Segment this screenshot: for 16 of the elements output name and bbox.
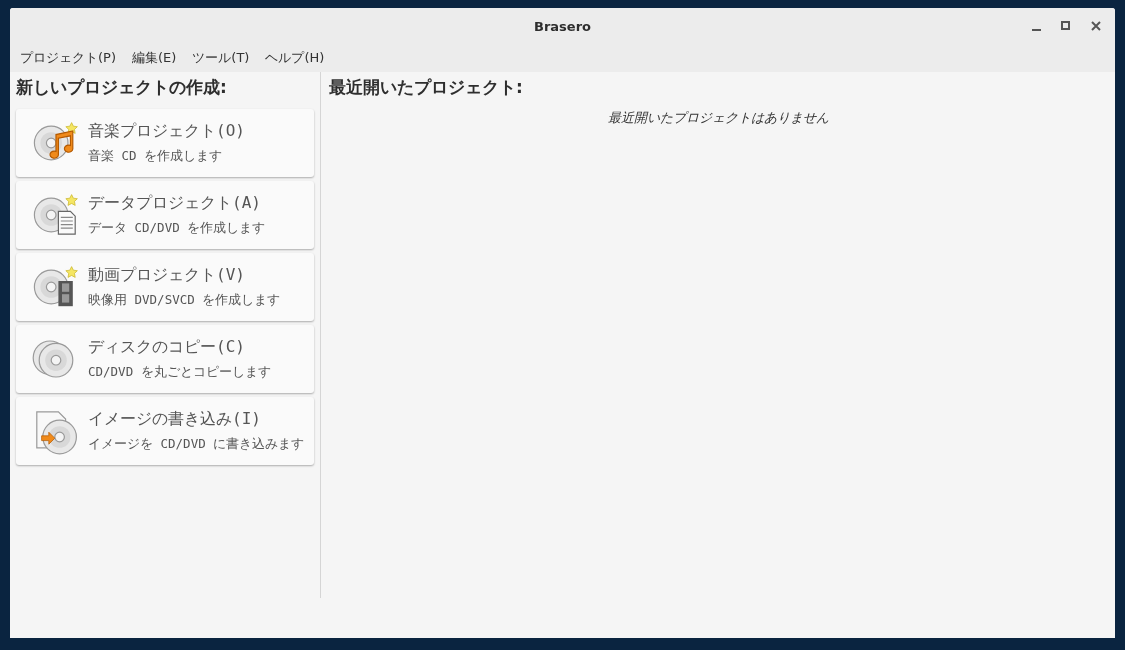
project-button[interactable]: 動画プロジェクト(V) 映像用 DVD/SVCD を作成します	[16, 253, 314, 321]
menu-item[interactable]: プロジェクト(P)	[12, 49, 124, 67]
section-heading: 最近開いたプロジェクト:	[329, 76, 524, 99]
menu-item[interactable]: 編集(E)	[124, 49, 185, 67]
menu-item[interactable]: ヘルプ(H)	[257, 49, 333, 67]
project-button[interactable]: ディスクのコピー(C) CD/DVD を丸ごとコピーします	[16, 325, 314, 393]
empty-message: 最近開いたプロジェクトはありません	[607, 109, 829, 127]
minimize-icon	[1031, 29, 1041, 31]
project-button[interactable]: データプロジェクト(A) データ CD/DVD を作成します	[16, 181, 314, 249]
project-button[interactable]: 音楽プロジェクト(O) 音楽 CD を作成します	[16, 109, 314, 177]
close-icon	[1091, 21, 1101, 31]
project-button[interactable]: イメージの書き込み(I) イメージを CD/DVD に書き込みます	[16, 397, 314, 465]
window-title: Brasero	[534, 18, 591, 34]
maximize-icon	[1061, 21, 1071, 31]
menu-item[interactable]: ツール(T)	[184, 49, 258, 67]
section-heading: 新しいプロジェクトの作成:	[16, 76, 228, 99]
